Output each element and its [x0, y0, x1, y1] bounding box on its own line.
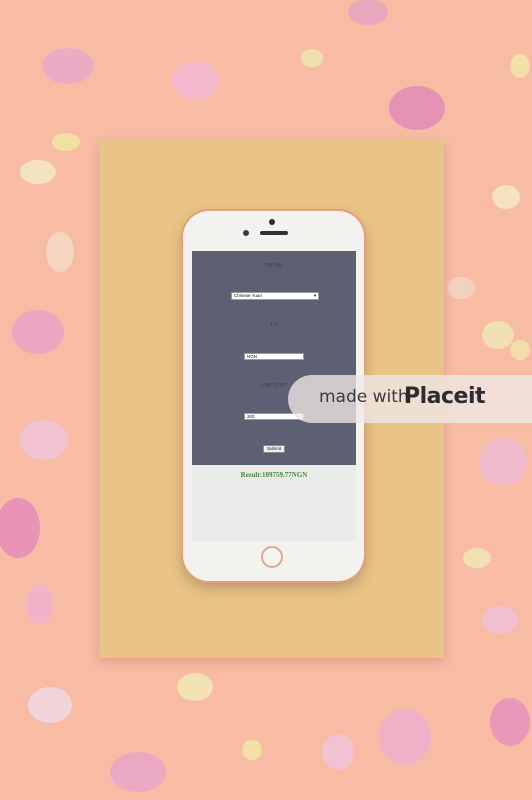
amount-value: 300: [247, 414, 255, 419]
conversion-result: Result:109759.77NGN: [240, 471, 308, 479]
home-button[interactable]: [261, 546, 283, 568]
phone-speaker: [260, 231, 288, 235]
from-label: FROM: [264, 263, 284, 269]
watermark-brand: Placeit: [404, 384, 486, 409]
submit-button[interactable]: Submit: [263, 445, 285, 453]
chevron-down-icon: ▼: [313, 293, 317, 298]
watermark-prefix: made with: [319, 387, 409, 407]
phone-sensor: [269, 219, 275, 225]
from-currency-value: Chinese Yuan: [234, 293, 262, 298]
front-camera: [243, 230, 249, 236]
from-currency-select[interactable]: Chinese Yuan ▼: [231, 292, 319, 300]
placeit-watermark: made with Placeit: [288, 375, 532, 423]
to-label: TO: [269, 322, 279, 328]
to-currency-value: NGN: [247, 354, 257, 359]
to-currency-input[interactable]: NGN: [244, 353, 304, 360]
converter-form: FROM Chinese Yuan ▼ TO NGN AMOUNT 300 Su…: [192, 251, 356, 465]
